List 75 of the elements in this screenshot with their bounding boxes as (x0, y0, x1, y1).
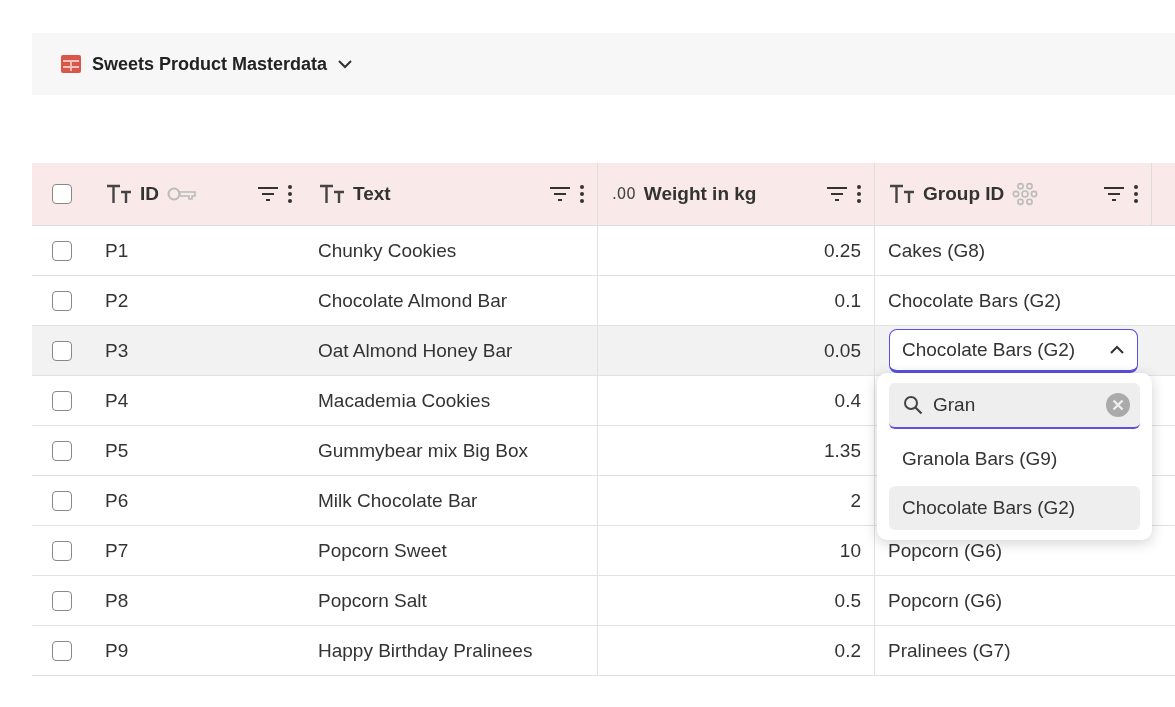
table-cell: 0.4 (834, 389, 861, 412)
text-type-icon (319, 184, 345, 204)
more-icon[interactable] (579, 184, 585, 204)
chevron-down-icon[interactable] (337, 59, 354, 69)
table-cell: Pralinees (G7) (888, 639, 1011, 662)
table-cell: P9 (105, 639, 129, 662)
table-row[interactable]: P2 Chocolate Almond Bar 0.1 Chocolate Bars (G2) (32, 276, 1175, 326)
filter-icon[interactable] (257, 186, 279, 202)
table-cell: 0.5 (834, 589, 861, 612)
column-header[interactable]: Group ID (923, 183, 1005, 205)
table-cell: Popcorn Salt (318, 589, 427, 612)
table-row[interactable]: P8 Popcorn Salt 0.5 Popcorn (G6) (32, 576, 1175, 626)
table-cell: Gummybear mix Big Box (318, 439, 529, 462)
table-cell: 0.05 (824, 339, 861, 362)
chevron-up-icon[interactable] (1109, 344, 1125, 355)
select-all-checkbox[interactable] (52, 184, 72, 204)
more-icon[interactable] (1133, 184, 1139, 204)
filter-icon[interactable] (1103, 186, 1125, 202)
table-icon (60, 54, 82, 74)
table-cell: P6 (105, 489, 129, 512)
table-cell: P5 (105, 439, 129, 462)
filter-icon[interactable] (549, 186, 571, 202)
search-icon (903, 395, 923, 415)
row-checkbox[interactable] (52, 240, 72, 261)
table-cell: Cakes (G8) (888, 239, 986, 262)
table-cell: P4 (105, 389, 129, 412)
table-row[interactable]: P7 Popcorn Sweet 10 Popcorn (G6) (32, 526, 1175, 576)
table-cell: P1 (105, 239, 129, 262)
dropdown-option[interactable]: Chocolate Bars (G2) (889, 486, 1140, 530)
table-cell: 2 (850, 489, 861, 512)
table-cell: P3 (105, 339, 129, 362)
table-cell: 10 (839, 539, 861, 562)
table-cell: Happy Birthday Pralinees (318, 639, 533, 662)
more-icon[interactable] (856, 184, 862, 204)
table-cell: 1.35 (824, 439, 861, 462)
table-cell: Chunky Cookies (318, 239, 457, 262)
row-checkbox[interactable] (52, 390, 72, 411)
table-row[interactable]: P9 Happy Birthday Pralinees 0.2 Pralinees (G7) (32, 626, 1175, 676)
table-title[interactable]: Sweets Product Masterdata (92, 53, 328, 75)
table-cell: P7 (105, 539, 129, 562)
more-icon[interactable] (287, 184, 293, 204)
table-cell: Oat Almond Honey Bar (318, 339, 513, 362)
table-cell: Chocolate Almond Bar (318, 289, 508, 312)
table-row[interactable]: P1 Chunky Cookies 0.25 Cakes (G8) (32, 226, 1175, 276)
search-field[interactable]: Gran (889, 383, 1140, 429)
row-checkbox[interactable] (52, 490, 72, 511)
table-cell: P8 (105, 589, 129, 612)
table-cell: Popcorn Sweet (318, 539, 447, 562)
row-checkbox[interactable] (52, 590, 72, 611)
column-header[interactable]: ID (140, 183, 159, 205)
table-cell: P2 (105, 289, 129, 312)
table-cell: Popcorn (G6) (888, 589, 1003, 612)
table-cell: 0.1 (834, 289, 861, 312)
filter-icon[interactable] (826, 186, 848, 202)
table-row[interactable]: P3 Oat Almond Honey Bar 0.05 Chocolate Bars (G2) (32, 326, 1175, 376)
number-type-icon: .00 (612, 185, 636, 203)
clear-icon[interactable] (1106, 393, 1130, 417)
text-type-icon (106, 184, 132, 204)
key-icon (167, 187, 197, 201)
network-icon (1012, 181, 1039, 207)
row-checkbox[interactable] (52, 340, 72, 361)
row-checkbox[interactable] (52, 540, 72, 561)
table-cell: 0.2 (834, 639, 861, 662)
column-header[interactable]: Text (353, 183, 391, 205)
column-header[interactable]: Weight in kg (643, 183, 757, 205)
row-checkbox[interactable] (52, 290, 72, 311)
row-checkbox[interactable] (52, 640, 72, 661)
text-type-icon (889, 184, 915, 204)
table-cell: Popcorn (G6) (888, 539, 1003, 562)
table-cell: Macademia Cookies (318, 389, 491, 412)
table-cell: Milk Chocolate Bar (318, 489, 478, 512)
table-cell: 0.25 (824, 239, 861, 262)
group-select[interactable]: Chocolate Bars (G2) (889, 328, 1138, 373)
row-checkbox[interactable] (52, 440, 72, 461)
table-cell: Chocolate Bars (G2) (888, 289, 1062, 312)
